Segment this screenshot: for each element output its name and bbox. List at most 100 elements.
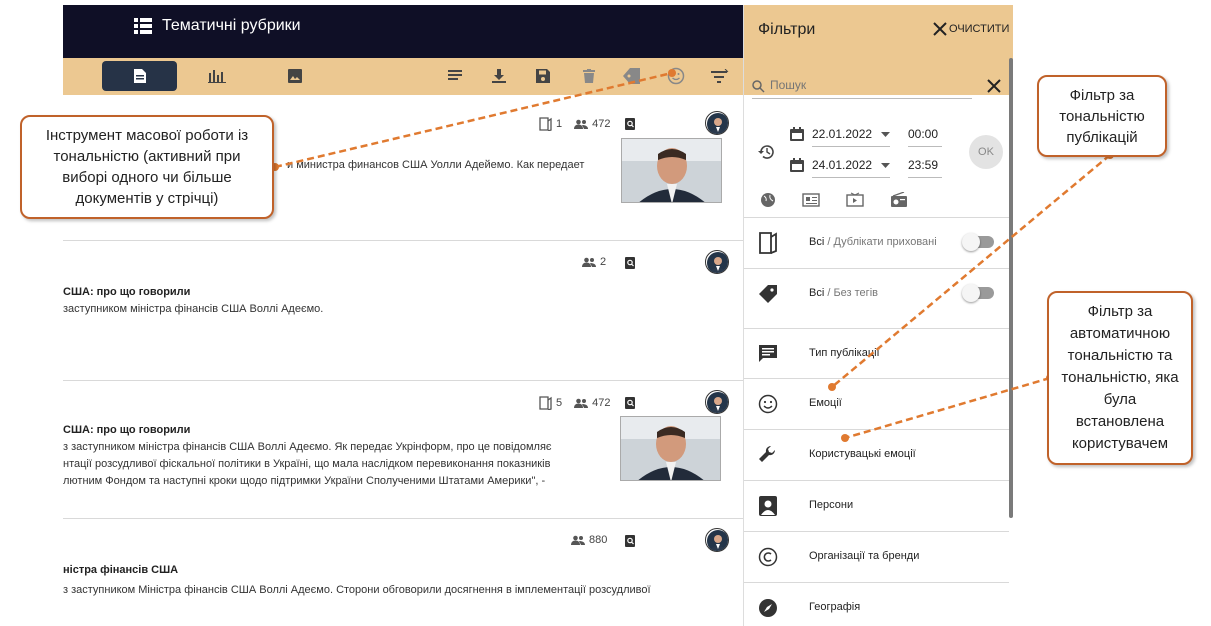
item-text-line: заступником міністра фінансів США Воллі … bbox=[63, 303, 324, 315]
tab-images[interactable] bbox=[284, 65, 306, 87]
filter-label: Емоції bbox=[809, 397, 842, 409]
tab-analytics[interactable] bbox=[206, 65, 228, 87]
item-meta: 880 bbox=[571, 534, 607, 546]
filters-panel: Фільтри ОЧИСТИТИ 22.01.2022 00:00 24.01.… bbox=[743, 5, 1013, 626]
copies-count: 1 bbox=[556, 118, 563, 130]
filter-tags[interactable]: Всі / Без тегів bbox=[744, 268, 1009, 318]
tag-icon bbox=[759, 285, 777, 303]
filter-label: Тип публікації bbox=[809, 347, 880, 359]
preview-icon[interactable] bbox=[625, 118, 637, 130]
chart-icon bbox=[208, 70, 226, 83]
wrench-icon bbox=[759, 445, 776, 462]
person-icon bbox=[759, 496, 777, 516]
callout-tone-filter: Фільтр за тональністю публікацій bbox=[1037, 75, 1167, 157]
preview-icon[interactable] bbox=[625, 397, 637, 409]
item-text-line: нтації розсудливої фіскальної політики в… bbox=[63, 458, 551, 470]
filter-toggle-button[interactable] bbox=[709, 65, 731, 87]
item-thumbnail bbox=[620, 416, 721, 481]
avatar bbox=[705, 390, 729, 414]
feed-item[interactable]: 5 472 США: про що говорили з заступником… bbox=[63, 381, 743, 519]
audience-icon bbox=[571, 535, 585, 545]
radio-icon[interactable] bbox=[890, 192, 908, 208]
audience-count: 472 bbox=[592, 397, 611, 409]
item-text-line: з заступником міністра фінансів США Волл… bbox=[63, 441, 552, 453]
copies-icon bbox=[539, 396, 552, 410]
filter-publication-type[interactable]: Тип публікації bbox=[744, 328, 1009, 378]
calendar-icon[interactable] bbox=[790, 158, 804, 172]
filter-icon bbox=[711, 69, 729, 83]
delete-icon bbox=[583, 69, 595, 83]
document-icon bbox=[133, 69, 146, 83]
list-menu-icon bbox=[134, 18, 152, 34]
top-bar: Тематичні рубрики bbox=[63, 5, 743, 58]
clear-filters-button[interactable]: ОЧИСТИТИ bbox=[949, 23, 1009, 35]
audience-count: 2 bbox=[600, 256, 607, 268]
date-to-value: 24.01.2022 bbox=[812, 158, 873, 172]
date-from-field[interactable]: 22.01.2022 bbox=[812, 127, 890, 147]
item-title[interactable]: США: про що говорили bbox=[63, 424, 190, 436]
search-icon bbox=[752, 80, 765, 93]
calendar-icon[interactable] bbox=[790, 127, 804, 141]
ok-button[interactable]: OK bbox=[969, 135, 1003, 169]
feed-item[interactable]: 880 ністра фінансів США з заступником Мі… bbox=[63, 519, 743, 626]
filter-custom-emotions[interactable]: Користувацькі емоції bbox=[744, 429, 1009, 479]
globe-icon[interactable] bbox=[759, 192, 777, 208]
copies-count: 5 bbox=[556, 397, 563, 409]
list-icon bbox=[448, 70, 462, 80]
filter-duplicates[interactable]: Всі / Дублікати приховані bbox=[744, 217, 1009, 267]
filter-label: Географія bbox=[809, 601, 861, 613]
tag-icon bbox=[623, 68, 640, 84]
avatar bbox=[705, 528, 729, 552]
chevron-down-icon bbox=[881, 163, 890, 168]
audience-count: 880 bbox=[589, 534, 608, 546]
callout-mass-tool: Інструмент масової роботи із тональністю… bbox=[20, 115, 274, 219]
save-button[interactable] bbox=[532, 65, 554, 87]
preview-icon[interactable] bbox=[625, 257, 637, 269]
time-to-field[interactable]: 23:59 bbox=[908, 158, 942, 178]
delete-button[interactable] bbox=[578, 65, 600, 87]
filter-label: Організації та бренди bbox=[809, 550, 920, 562]
item-title[interactable]: ністра фінансів США bbox=[63, 564, 178, 576]
item-text-line: лютним Фондом та наступні кроки щодо під… bbox=[63, 475, 546, 487]
item-meta: 1 472 bbox=[539, 117, 610, 131]
date-to-field[interactable]: 24.01.2022 bbox=[812, 158, 890, 178]
feed-item[interactable]: 2 США: про що говорили заступником мініс… bbox=[63, 241, 743, 381]
filter-label: Всі / Без тегів bbox=[809, 287, 878, 299]
callout-auto-tone-filter: Фільтр за автоматичною тональністю та то… bbox=[1047, 291, 1193, 465]
mass-emotion-button[interactable] bbox=[665, 65, 687, 87]
item-text-line: и министра финансов США Уолли Адейемо. К… bbox=[287, 159, 585, 171]
topbar-title: Тематичні рубрики bbox=[162, 17, 301, 34]
tag-button[interactable] bbox=[621, 65, 643, 87]
audience-icon bbox=[582, 257, 596, 267]
search-field[interactable] bbox=[752, 75, 972, 99]
item-text-line: з заступником Міністра фінансів США Волл… bbox=[63, 584, 651, 596]
newspaper-icon[interactable] bbox=[802, 192, 820, 208]
image-icon bbox=[288, 69, 302, 83]
rubrics-menu[interactable]: Тематичні рубрики bbox=[134, 17, 301, 35]
search-input[interactable] bbox=[770, 78, 960, 92]
video-icon[interactable] bbox=[846, 192, 864, 208]
preview-icon[interactable] bbox=[625, 535, 637, 547]
filter-label: Всі / Дублікати приховані bbox=[809, 236, 937, 248]
filters-title: Фільтри bbox=[758, 21, 816, 38]
clear-search-icon[interactable] bbox=[987, 79, 1001, 93]
duplicates-toggle[interactable] bbox=[962, 233, 994, 251]
filter-persons[interactable]: Персони bbox=[744, 480, 1009, 530]
tags-toggle[interactable] bbox=[962, 284, 994, 302]
item-meta: 5 472 bbox=[539, 396, 610, 410]
download-button[interactable] bbox=[488, 65, 510, 87]
filter-organizations[interactable]: Організації та бренди bbox=[744, 531, 1009, 581]
close-icon[interactable] bbox=[932, 21, 948, 37]
list-view-button[interactable] bbox=[444, 65, 466, 87]
tab-documents[interactable] bbox=[102, 61, 177, 91]
scrollbar[interactable] bbox=[1009, 58, 1013, 518]
item-title[interactable]: США: про що говорили bbox=[63, 286, 190, 298]
filter-geography[interactable]: Географія bbox=[744, 582, 1009, 626]
toolbar bbox=[63, 58, 743, 95]
emotion-icon bbox=[758, 394, 778, 414]
filter-emotions[interactable]: Емоції bbox=[744, 378, 1009, 428]
time-from-field[interactable]: 00:00 bbox=[908, 127, 942, 147]
audience-count: 472 bbox=[592, 118, 611, 130]
filter-label: Користувацькі емоції bbox=[809, 448, 916, 460]
history-icon[interactable] bbox=[758, 143, 776, 161]
